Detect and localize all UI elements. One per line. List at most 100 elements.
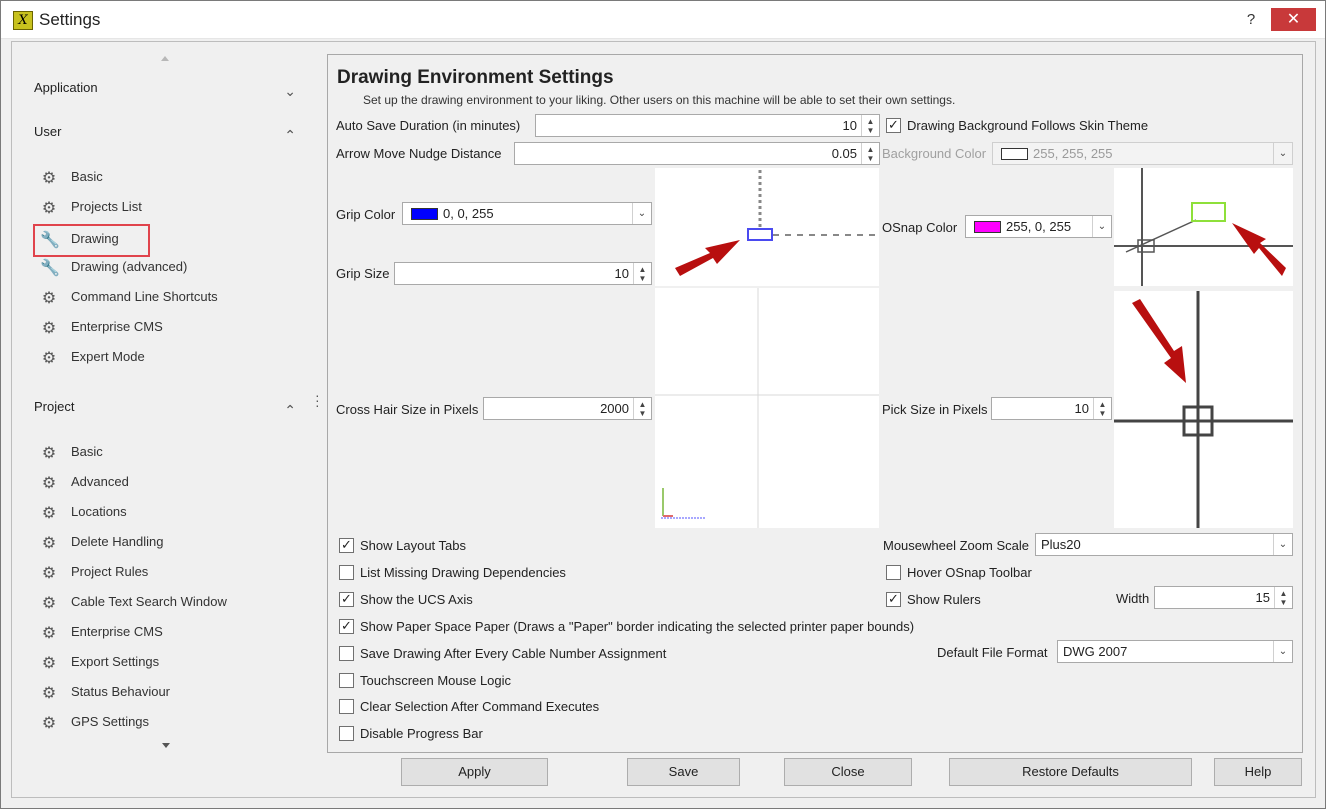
window-title: Settings xyxy=(39,10,101,29)
sidebar-item-project-rules[interactable]: ⚙ Project Rules xyxy=(40,562,270,584)
checkmark-icon[interactable]: ✓ xyxy=(339,619,354,634)
sidebar-item-drawing-advanced[interactable]: 🔧 Drawing (advanced) xyxy=(40,257,270,279)
sidebar-item-label: Project Rules xyxy=(71,564,149,579)
spin-arrows-icon[interactable]: ▲ ▼ xyxy=(1274,587,1292,608)
grip-color-label: Grip Color xyxy=(336,207,396,222)
settings-sidebar: Application ⌄ User ⌃ ⚙ Basic ⚙ Projects … xyxy=(12,42,317,757)
save-button[interactable]: Save xyxy=(627,758,740,786)
settings-window: X Settings ? ✕ Application ⌄ User ⌃ ⚙ Ba… xyxy=(0,0,1326,809)
section-project-label: Project xyxy=(34,399,75,414)
osnap-preview-image xyxy=(1114,168,1293,286)
ruler-width-spinbox[interactable]: 15 ▲ ▼ xyxy=(1154,586,1293,609)
section-project[interactable]: Project ⌃ xyxy=(34,399,304,421)
close-button[interactable]: Close xyxy=(784,758,912,786)
sidebar-item-command-line-shortcuts[interactable]: ⚙ Command Line Shortcuts xyxy=(40,287,270,309)
checkbox-empty[interactable] xyxy=(339,699,354,714)
pick-size-value: 10 xyxy=(1074,401,1089,416)
sidebar-item-label: Cable Text Search Window xyxy=(71,594,227,609)
spin-arrows-icon[interactable]: ▲ ▼ xyxy=(1093,398,1111,419)
spin-arrows-icon[interactable]: ▲ ▼ xyxy=(861,115,879,136)
help-button[interactable]: Help xyxy=(1214,758,1302,786)
background-color-combo[interactable]: 255, 255, 255 ⌄ xyxy=(992,142,1293,165)
sidebar-item-label: Basic xyxy=(71,444,103,459)
zoom-scale-combo[interactable]: Plus20 ⌄ xyxy=(1035,533,1293,556)
checkbox-empty[interactable] xyxy=(339,565,354,580)
spin-arrows-icon[interactable]: ▲ ▼ xyxy=(633,398,651,419)
nudge-spinbox[interactable]: 0.05 ▲ ▼ xyxy=(514,142,880,165)
gear-icon: ⚙ xyxy=(41,198,57,217)
sidebar-item-project-basic[interactable]: ⚙ Basic xyxy=(40,442,270,464)
sidebar-item-status-behaviour[interactable]: ⚙ Status Behaviour xyxy=(40,682,270,704)
checkmark-icon[interactable]: ✓ xyxy=(339,592,354,607)
sidebar-item-projects-list[interactable]: ⚙ Projects List xyxy=(40,197,270,219)
gear-icon: ⚙ xyxy=(41,473,57,492)
gear-icon: ⚙ xyxy=(41,683,57,702)
chevron-down-icon[interactable]: ⌄ xyxy=(1273,534,1292,555)
sidebar-item-user-basic[interactable]: ⚙ Basic xyxy=(40,167,270,189)
sidebar-item-project-enterprise-cms[interactable]: ⚙ Enterprise CMS xyxy=(40,622,270,644)
dialog-body: Application ⌄ User ⌃ ⚙ Basic ⚙ Projects … xyxy=(11,41,1316,798)
gear-icon: ⚙ xyxy=(41,713,57,732)
spin-arrows-icon[interactable]: ▲ ▼ xyxy=(861,143,879,164)
pick-size-label: Pick Size in Pixels xyxy=(882,402,988,417)
checkbox-empty[interactable] xyxy=(339,673,354,688)
section-user[interactable]: User ⌃ xyxy=(34,124,304,146)
title-close-button[interactable]: ✕ xyxy=(1271,8,1316,31)
checkmark-icon[interactable]: ✓ xyxy=(886,118,901,133)
osnap-color-label: OSnap Color xyxy=(882,220,958,235)
grip-size-label: Grip Size xyxy=(336,266,390,281)
sidebar-item-delete-handling[interactable]: ⚙ Delete Handling xyxy=(40,532,270,554)
scroll-down-icon[interactable] xyxy=(162,743,170,748)
sidebar-item-drawing[interactable]: 🔧 Drawing xyxy=(33,224,150,257)
gear-icon: ⚙ xyxy=(41,318,57,337)
chevron-down-icon[interactable]: ⌄ xyxy=(1273,143,1292,164)
chevron-down-icon[interactable]: ⌄ xyxy=(284,84,296,100)
crosshair-value: 2000 xyxy=(600,401,629,416)
crosshair-spinbox[interactable]: 2000 ▲ ▼ xyxy=(483,397,652,420)
checkmark-icon[interactable]: ✓ xyxy=(886,592,901,607)
sidebar-item-locations[interactable]: ⚙ Locations xyxy=(40,502,270,524)
spin-arrows-icon[interactable]: ▲ ▼ xyxy=(633,263,651,284)
checkbox-label: Save Drawing After Every Cable Number As… xyxy=(360,646,667,661)
grip-size-spinbox[interactable]: 10 ▲ ▼ xyxy=(394,262,652,285)
grip-preview-image xyxy=(655,168,879,286)
nudge-label: Arrow Move Nudge Distance xyxy=(336,146,502,161)
apply-button[interactable]: Apply xyxy=(401,758,548,786)
checkbox-empty[interactable] xyxy=(886,565,901,580)
section-application[interactable]: Application ⌄ xyxy=(34,80,304,102)
chevron-down-icon[interactable]: ⌄ xyxy=(632,203,651,224)
checkmark-icon[interactable]: ✓ xyxy=(339,538,354,553)
zoom-scale-label: Mousewheel Zoom Scale xyxy=(883,538,1029,553)
background-color-value: 255, 255, 255 xyxy=(1033,146,1113,161)
sidebar-item-export-settings[interactable]: ⚙ Export Settings xyxy=(40,652,270,674)
sidebar-item-user-enterprise-cms[interactable]: ⚙ Enterprise CMS xyxy=(40,317,270,339)
checkbox-empty[interactable] xyxy=(339,726,354,741)
chevron-up-icon[interactable]: ⌃ xyxy=(284,403,296,419)
auto-save-spinbox[interactable]: 10 ▲ ▼ xyxy=(535,114,880,137)
title-help-button[interactable]: ? xyxy=(1241,9,1261,31)
drawing-settings-panel: Drawing Environment Settings Set up the … xyxy=(327,54,1303,753)
scroll-up-icon[interactable] xyxy=(161,56,169,61)
sidebar-item-advanced[interactable]: ⚙ Advanced xyxy=(40,472,270,494)
sidebar-item-cable-text-search[interactable]: ⚙ Cable Text Search Window xyxy=(40,592,270,614)
chevron-down-icon[interactable]: ⌄ xyxy=(1273,641,1292,662)
splitter-handle[interactable]: · · · xyxy=(315,388,320,412)
sidebar-item-label: Expert Mode xyxy=(71,349,145,364)
gear-icon: ⚙ xyxy=(41,563,57,582)
background-color-label: Background Color xyxy=(882,146,987,161)
ruler-width-label: Width xyxy=(1116,591,1150,606)
restore-defaults-button[interactable]: Restore Defaults xyxy=(949,758,1192,786)
pick-size-spinbox[interactable]: 10 ▲ ▼ xyxy=(991,397,1112,420)
ruler-width-value: 15 xyxy=(1255,590,1270,605)
osnap-color-combo[interactable]: 255, 0, 255 ⌄ xyxy=(965,215,1112,238)
file-format-combo[interactable]: DWG 2007 ⌄ xyxy=(1057,640,1293,663)
chevron-up-icon[interactable]: ⌃ xyxy=(284,128,296,144)
sidebar-item-label: Drawing xyxy=(71,231,119,246)
chevron-down-icon[interactable]: ⌄ xyxy=(1092,216,1111,237)
grip-color-combo[interactable]: 0, 0, 255 ⌄ xyxy=(402,202,652,225)
sidebar-item-gps-settings[interactable]: ⚙ GPS Settings xyxy=(40,712,270,734)
sidebar-item-expert-mode[interactable]: ⚙ Expert Mode xyxy=(40,347,270,369)
checkbox-empty[interactable] xyxy=(339,646,354,661)
gear-icon: ⚙ xyxy=(41,533,57,552)
sidebar-item-label: Basic xyxy=(71,169,103,184)
